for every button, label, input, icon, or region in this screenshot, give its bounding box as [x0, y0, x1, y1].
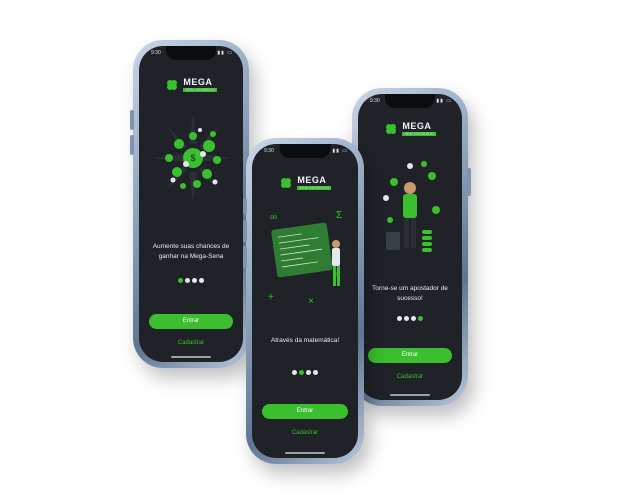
side-button — [243, 220, 247, 242]
side-button — [130, 110, 134, 130]
signup-link[interactable]: Cadastrar — [252, 430, 358, 436]
svg-text:Σ: Σ — [336, 210, 342, 221]
signal-battery-icon: ▮▮ ▭ — [217, 50, 233, 56]
home-indicator — [390, 394, 430, 396]
app-logo: MEGA SEM SEGREDO — [358, 120, 462, 138]
onboarding-caption: Através da matemática! — [270, 337, 340, 344]
pagination-dots — [358, 308, 462, 326]
home-indicator — [171, 356, 211, 358]
signup-link[interactable]: Cadastrar — [139, 340, 243, 346]
page-dot[interactable] — [292, 370, 297, 375]
page-dot[interactable] — [411, 316, 416, 321]
logo-subtitle: SEM SEGREDO — [402, 130, 437, 136]
page-dot[interactable] — [397, 316, 402, 321]
side-button — [243, 198, 247, 214]
enter-button[interactable]: Entrar — [149, 314, 233, 329]
side-button — [130, 135, 134, 155]
onboarding-caption: Aumente suas chances de ganhar na Mega-S… — [152, 243, 230, 260]
status-bar: 9:30 ▮▮ ▭ — [370, 98, 452, 108]
math-chalkboard-illustration: ∞Σπ+× — [268, 210, 342, 307]
clover-logo-icon — [280, 177, 291, 188]
clover-logo-icon — [385, 123, 396, 134]
clover-logo-icon — [166, 79, 177, 90]
logo-subtitle: SEM SEGREDO — [297, 184, 332, 190]
svg-text:+: + — [268, 292, 274, 303]
pagination-dots — [252, 362, 358, 380]
svg-text:$: $ — [190, 153, 195, 163]
status-time: 9:30 — [370, 98, 380, 104]
page-dot[interactable] — [306, 370, 311, 375]
logo-title: MEGA — [402, 120, 432, 131]
page-dot[interactable] — [199, 278, 204, 283]
coins-burst-illustration: $ — [153, 114, 233, 202]
page-dot[interactable] — [192, 278, 197, 283]
app-screen-3: 9:30 ▮▮ ▭ MEGA SEM SEGREDO Torne-se um ap… — [358, 94, 462, 400]
status-time: 9:30 — [151, 50, 161, 56]
phone-mockup-1: 9:30 ▮▮ ▭ MEGA SEM SEGREDO $ Aumente sua… — [130, 40, 249, 368]
enter-button[interactable]: Entrar — [368, 348, 452, 363]
svg-text:∞: ∞ — [270, 212, 277, 223]
logo-title: MEGA — [297, 174, 327, 185]
side-button — [243, 246, 247, 268]
page-dot[interactable] — [299, 370, 304, 375]
page-dot[interactable] — [185, 278, 190, 283]
logo-title: MEGA — [183, 76, 213, 87]
app-logo: MEGA SEM SEGREDO — [252, 174, 358, 192]
successful-bettor-illustration — [383, 161, 440, 252]
side-button — [467, 168, 471, 196]
logo-subtitle: SEM SEGREDO — [183, 86, 218, 92]
status-bar: 9:30 ▮▮ ▭ — [151, 50, 233, 60]
enter-button[interactable]: Entrar — [262, 404, 348, 419]
app-screen-2: 9:30 ▮▮ ▭ MEGASEM SEGREDO ∞Σπ+× Atra — [252, 144, 358, 458]
signup-link[interactable]: Cadastrar — [358, 374, 462, 380]
page-dot[interactable] — [404, 316, 409, 321]
page-dot[interactable] — [178, 278, 183, 283]
app-logo: MEGA SEM SEGREDO — [139, 76, 243, 94]
page-dot[interactable] — [313, 370, 318, 375]
home-indicator — [285, 452, 325, 454]
status-bar: 9:30 ▮▮ ▭ — [264, 148, 348, 158]
phone-mockup-2: 9:30 ▮▮ ▭ MEGASEM SEGREDO ∞Σπ+× Atra — [243, 138, 364, 464]
signal-battery-icon: ▮▮ ▭ — [332, 148, 348, 154]
svg-text:×: × — [308, 296, 314, 307]
onboarding-caption: Torne-se um apostador de sucesso! — [372, 285, 448, 302]
signal-battery-icon: ▮▮ ▭ — [436, 98, 452, 104]
app-screen-1: 9:30 ▮▮ ▭ MEGA SEM SEGREDO $ Aumente sua… — [139, 46, 243, 362]
status-time: 9:30 — [264, 148, 274, 154]
page-dot[interactable] — [418, 316, 423, 321]
pagination-dots — [139, 270, 243, 288]
phone-mockup-3: 9:30 ▮▮ ▭ MEGA SEM SEGREDO Torne-se um ap… — [352, 88, 471, 406]
